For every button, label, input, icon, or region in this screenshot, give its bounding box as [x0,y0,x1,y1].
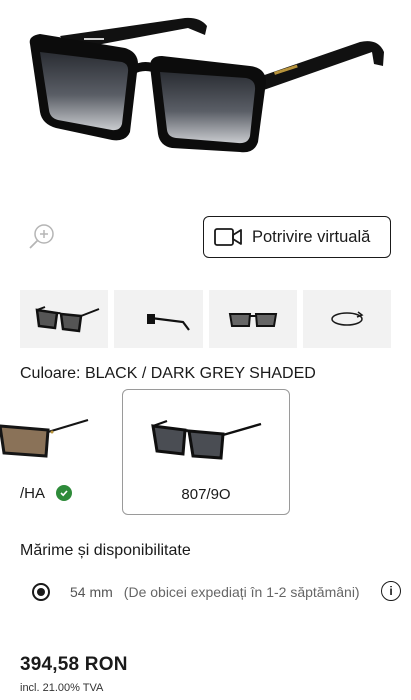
variant-option-807-9o[interactable]: 807/9O [122,389,290,515]
thumbnail-front[interactable] [20,290,109,348]
variant-option-ha[interactable]: /HA [0,388,110,516]
color-value: BLACK / DARK GREY SHADED [84,365,316,382]
thumbnail-strip [20,290,391,348]
variant-807-9o-image [151,419,262,460]
product-hero-image[interactable] [0,0,411,205]
color-variants: /HA 807/9O [0,388,411,516]
thumbnail-front-alt-image [228,313,277,327]
video-camera-icon [214,228,242,246]
thumbnail-side-image [147,314,191,331]
color-label: Culoare: [20,365,81,382]
product-price: 394,58 RON [20,654,128,675]
size-section-title: Mărime și disponibilitate [20,542,191,559]
vat-note: incl. 21.00% TVA [20,682,104,694]
size-radio[interactable] [32,583,50,601]
thumbnail-360[interactable] [302,290,391,348]
available-check-icon [56,485,72,501]
variant-code: /HA [20,485,46,502]
rotate-360-icon [331,311,364,326]
variant-code: 807/9O [181,486,231,503]
virtual-try-on-button[interactable]: Potrivire virtuală [203,216,391,258]
color-line: Culoare: BLACK / DARK GREY SHADED [20,365,316,383]
thumbnail-side[interactable] [114,290,203,348]
variant-ha-image [0,418,89,458]
info-icon[interactable]: i [381,581,401,601]
size-option-row[interactable]: 54 mm (De obicei expediați în 1-2 săptăm… [20,578,401,606]
size-availability: (De obicei expediați în 1-2 săptămâni) [123,584,360,600]
virtual-try-on-label: Potrivire virtuală [252,227,371,246]
size-value: 54 mm [70,584,113,600]
thumbnail-front-alt[interactable] [208,290,297,348]
thumbnail-front-image [35,306,100,333]
zoom-in-icon[interactable] [28,222,56,250]
